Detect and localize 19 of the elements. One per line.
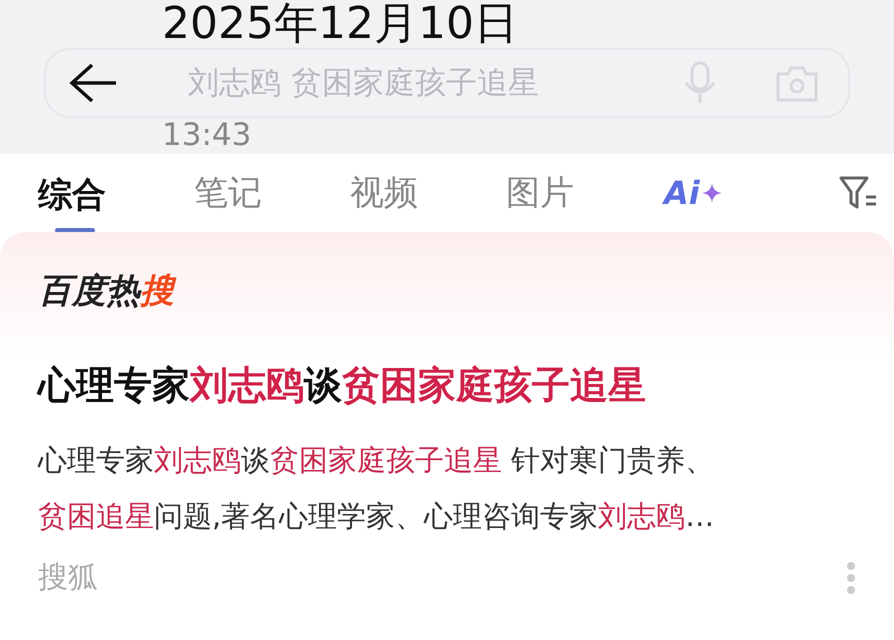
back-icon[interactable] xyxy=(68,61,118,105)
sparkle-icon xyxy=(702,183,722,203)
microphone-icon[interactable] xyxy=(682,61,718,105)
camera-icon[interactable] xyxy=(776,64,818,102)
baidu-hot-search-logo: 百度热搜 xyxy=(38,268,856,314)
filter-icon[interactable] xyxy=(838,175,878,211)
date-text: 2025年12月10日 xyxy=(162,2,518,46)
source-name: 搜狐 xyxy=(38,559,98,597)
search-query: 刘志鸥 贫困家庭孩子追星 xyxy=(187,68,540,98)
tab[interactable]: 综合 xyxy=(38,154,106,218)
result-snippet: 贫困追星问题,著名心理学家、心理咨询专家刘志鸥… xyxy=(38,498,716,535)
time-text: 13:43 xyxy=(162,120,252,151)
tab[interactable]: 笔记 xyxy=(194,170,262,216)
result-title[interactable]: 心理专家刘志鸥谈贫困家庭孩子追星 xyxy=(38,360,856,411)
result-snippet: 心理专家刘志鸥谈贫困家庭孩子追星 针对寒门贵养、 xyxy=(38,442,716,479)
tab[interactable]: 视频 xyxy=(350,170,418,216)
tab[interactable]: 图片 xyxy=(506,170,574,216)
ai-tab[interactable]: Ai xyxy=(664,174,722,212)
more-icon[interactable] xyxy=(846,560,856,594)
